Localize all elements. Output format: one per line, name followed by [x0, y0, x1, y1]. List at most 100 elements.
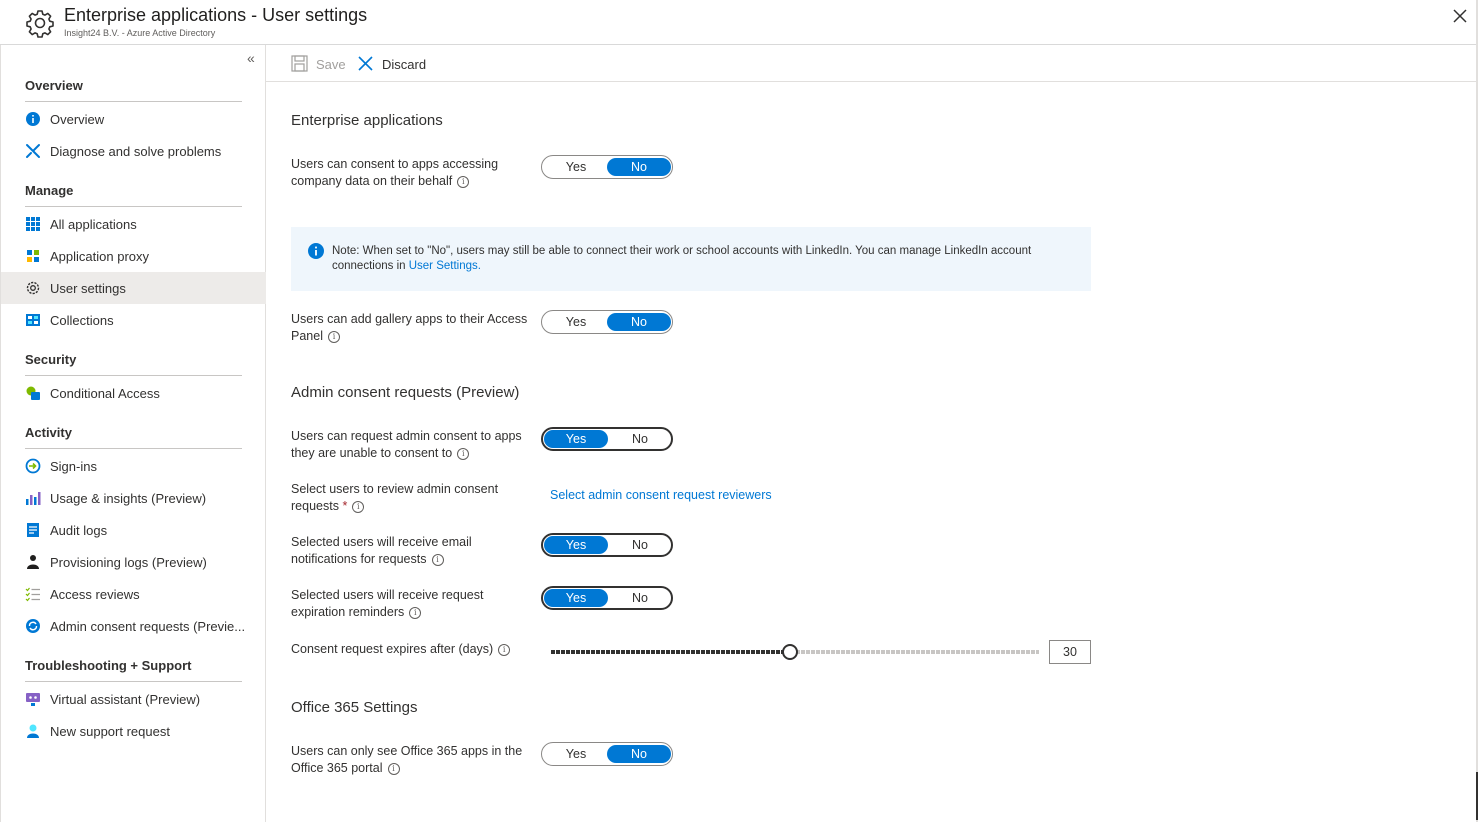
close-icon[interactable] — [1450, 6, 1470, 26]
expires-days-input[interactable]: 30 — [1049, 640, 1091, 664]
sidebar-item-label: Sign-ins — [50, 459, 97, 474]
info-icon[interactable]: i — [327, 330, 340, 343]
slider-thumb[interactable] — [782, 644, 798, 660]
info-icon[interactable]: i — [431, 553, 444, 566]
toggle-yes-option[interactable]: Yes — [544, 745, 608, 763]
sidebar-item-audit-logs[interactable]: Audit logs — [1, 514, 266, 546]
sidebar-item-application-proxy[interactable]: Application proxy — [1, 240, 266, 272]
toggle-no-option[interactable]: No — [608, 536, 672, 554]
reminder-label-text: Selected users will receive request expi… — [291, 588, 484, 619]
toggle-no-option[interactable]: No — [607, 745, 671, 763]
info-icon[interactable]: i — [457, 447, 470, 460]
required-marker: * — [342, 499, 348, 513]
info-icon[interactable]: i — [409, 606, 422, 619]
sidebar-item-sign-ins[interactable]: Sign-ins — [1, 450, 266, 482]
toggle-yes-option[interactable]: Yes — [544, 536, 608, 554]
sidebar-item-admin-consent-requests[interactable]: Admin consent requests (Previe... — [1, 610, 266, 642]
sidebar-item-virtual-assistant[interactable]: Virtual assistant (Preview) — [1, 683, 266, 715]
email-label-text: Selected users will receive email notifi… — [291, 535, 472, 566]
toggle-yes-option[interactable]: Yes — [544, 430, 608, 448]
slider-fill — [551, 650, 790, 654]
toggle-no-option[interactable]: No — [607, 313, 671, 331]
save-button[interactable]: Save — [291, 54, 351, 74]
blade-header: Enterprise applications - User settings … — [0, 0, 1476, 45]
divider — [25, 681, 242, 682]
discard-label: Discard — [382, 57, 427, 72]
gallery-label-text: Users can add gallery apps to their Acce… — [291, 312, 528, 343]
consent-setting-label: Users can consent to apps accessing comp… — [291, 156, 541, 190]
sidebar-item-label: Overview — [50, 112, 105, 127]
sidebar-item-label: New support request — [50, 724, 170, 739]
sidebar-section-activity: Activity — [25, 425, 72, 440]
request-label-text: Users can request admin consent to apps … — [291, 429, 522, 460]
checklist-icon — [25, 587, 40, 602]
sidebar-item-overview[interactable]: Overview — [1, 103, 266, 135]
sidebar-item-collections[interactable]: Collections — [1, 304, 266, 336]
sidebar-item-label: Virtual assistant (Preview) — [50, 692, 201, 707]
sidebar-item-user-settings[interactable]: User settings — [1, 272, 266, 304]
expires-setting-label: Consent request expires after (days) i — [291, 641, 551, 658]
sidebar-item-new-support-request[interactable]: New support request — [1, 715, 266, 747]
note-text: Note: When set to "No", users may still … — [332, 244, 1077, 274]
save-icon — [291, 55, 308, 72]
request-toggle[interactable]: Yes No — [541, 427, 673, 451]
toggle-no-option[interactable]: No — [608, 430, 672, 448]
sidebar-item-all-applications[interactable]: All applications — [1, 208, 266, 240]
collapse-sidebar-icon[interactable]: « — [247, 51, 261, 65]
audit-log-icon — [27, 523, 39, 537]
assistant-icon — [26, 693, 40, 706]
sidebar-item-diagnose[interactable]: Diagnose and solve problems — [1, 135, 266, 167]
gallery-setting-label: Users can add gallery apps to their Acce… — [291, 311, 541, 345]
sidebar-item-usage-insights[interactable]: Usage & insights (Preview) — [1, 482, 266, 514]
sidebar-item-access-reviews[interactable]: Access reviews — [1, 578, 266, 610]
section-enterprise-applications: Enterprise applications — [291, 112, 443, 129]
command-bar: Save Discard — [266, 45, 1476, 82]
select-reviewers-link[interactable]: Select admin consent request reviewers — [550, 488, 772, 502]
toggle-yes-option[interactable]: Yes — [544, 313, 608, 331]
info-icon[interactable]: i — [457, 175, 470, 188]
email-setting-label: Selected users will receive email notifi… — [291, 534, 541, 568]
expires-slider[interactable] — [551, 643, 1039, 661]
page-title: Enterprise applications - User settings — [64, 5, 368, 25]
sidebar-section-manage: Manage — [25, 183, 74, 198]
office-label-text: Users can only see Office 365 apps in th… — [291, 744, 523, 775]
gear-icon — [26, 281, 40, 295]
office-toggle[interactable]: Yes No — [541, 742, 673, 766]
wrench-icon — [26, 144, 40, 158]
settings-panel: Enterprise applications Users can consen… — [266, 82, 1476, 822]
sidebar-section-overview: Overview — [25, 78, 83, 93]
info-icon[interactable]: i — [352, 500, 365, 513]
page-subtitle: Insight24 B.V. - Azure Active Directory — [64, 28, 216, 38]
toggle-yes-option[interactable]: Yes — [544, 158, 608, 176]
info-icon[interactable]: i — [387, 762, 400, 775]
consent-toggle[interactable]: Yes No — [541, 155, 673, 179]
divider — [25, 101, 242, 102]
refresh-icon — [26, 619, 40, 633]
user-settings-link[interactable]: User Settings. — [409, 260, 481, 272]
grid-icon — [26, 217, 40, 231]
toggle-no-option[interactable]: No — [608, 589, 672, 607]
linkedin-note: Note: When set to "No", users may still … — [291, 227, 1091, 291]
gallery-toggle[interactable]: Yes No — [541, 310, 673, 334]
save-label: Save — [316, 57, 346, 72]
toggle-yes-option[interactable]: Yes — [544, 589, 608, 607]
person-icon — [27, 555, 39, 569]
reminder-toggle[interactable]: Yes No — [541, 586, 673, 610]
sidebar-item-label: Admin consent requests (Previe... — [50, 619, 246, 634]
sidebar-item-provisioning-logs[interactable]: Provisioning logs (Preview) — [1, 546, 266, 578]
divider — [25, 448, 242, 449]
info-icon[interactable]: i — [498, 643, 511, 656]
sidebar: « Overview Overview Diagnose and solve p… — [0, 45, 266, 822]
sidebar-item-label: Application proxy — [50, 249, 149, 264]
divider — [25, 206, 242, 207]
sidebar-item-label: Usage & insights (Preview) — [50, 491, 207, 506]
discard-button[interactable]: Discard — [357, 54, 437, 74]
request-setting-label: Users can request admin consent to apps … — [291, 428, 541, 462]
toggle-no-option[interactable]: No — [607, 158, 671, 176]
sidebar-item-label: Access reviews — [50, 587, 140, 602]
sidebar-item-conditional-access[interactable]: Conditional Access — [1, 377, 266, 409]
reviewers-setting-label: Select users to review admin consent req… — [291, 481, 541, 515]
email-toggle[interactable]: Yes No — [541, 533, 673, 557]
sign-in-icon — [25, 458, 41, 474]
reminder-setting-label: Selected users will receive request expi… — [291, 587, 541, 621]
